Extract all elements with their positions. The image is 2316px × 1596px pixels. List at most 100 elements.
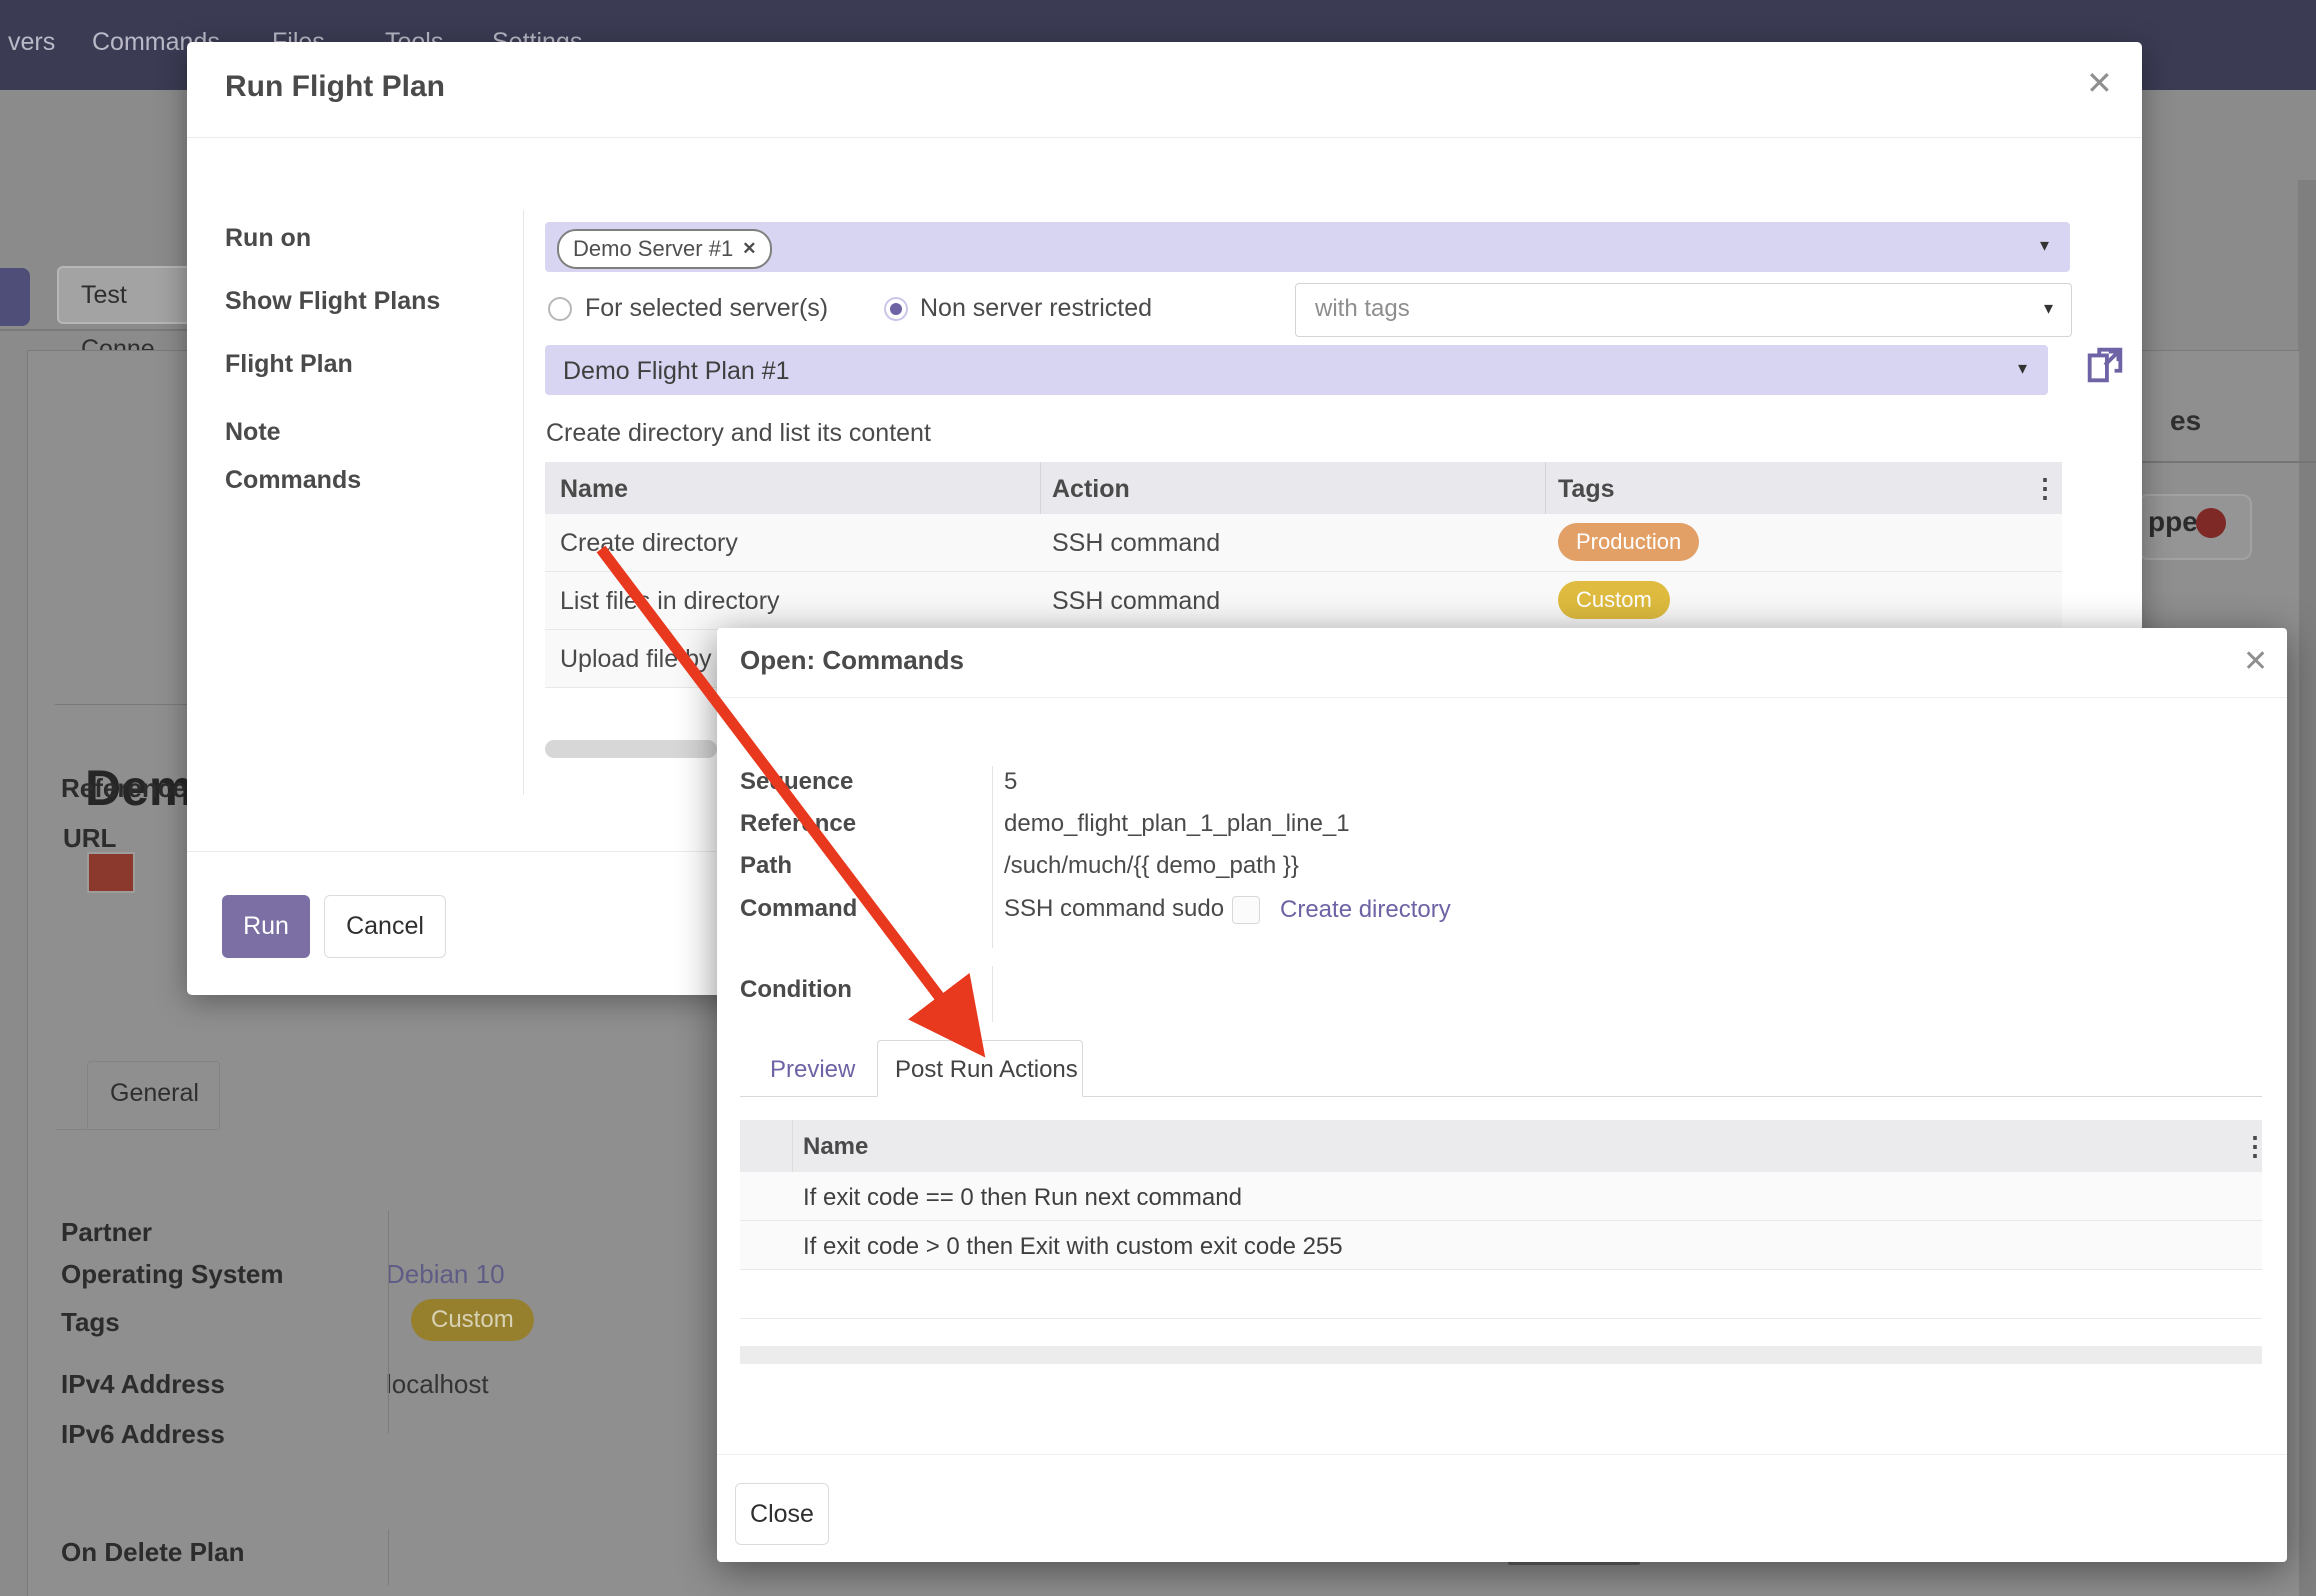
condition-label: Condition — [740, 976, 852, 1004]
tabbar-divider — [55, 1129, 218, 1130]
commands-table-header — [545, 462, 2062, 514]
reference-label: Reference — [61, 773, 187, 804]
radio-for-selected-servers[interactable] — [548, 297, 572, 321]
table-options-icon[interactable]: ⋮ — [2242, 1131, 2268, 1162]
chevron-down-icon: ▾ — [2040, 235, 2049, 256]
cell-name: List files in directory — [560, 587, 780, 616]
col-tags-header: Tags — [1558, 475, 1615, 504]
modal-title: Open: Commands — [740, 645, 964, 676]
partner-label: Partner — [61, 1217, 152, 1248]
test-connection-button[interactable]: Test Conne — [57, 266, 207, 324]
tab-general-label: General — [110, 1079, 199, 1108]
right-divider-fragment — [2142, 461, 2316, 463]
commands-label: Commands — [225, 466, 361, 495]
table-row[interactable]: If exit code == 0 then Run next command — [740, 1172, 2262, 1221]
run-on-label: Run on — [225, 224, 311, 253]
cell-name: If exit code > 0 then Exit with custom e… — [803, 1233, 1343, 1261]
reference-label: Reference — [740, 810, 856, 838]
ipv4-value: localhost — [386, 1369, 489, 1400]
page-scrollbar[interactable] — [2298, 180, 2316, 1596]
cancel-button[interactable]: Cancel — [324, 895, 446, 958]
tag-badge-production: Production — [1558, 523, 1699, 561]
condition-divider — [992, 966, 993, 1022]
modal-footer-divider — [717, 1454, 2287, 1455]
command-value: SSH command sudo — [1004, 895, 1224, 923]
with-tags-placeholder: with tags — [1315, 295, 1410, 323]
ipv4-label: IPv4 Address — [61, 1369, 225, 1400]
path-value: /such/much/{{ demo_path }} — [1004, 852, 1299, 880]
note-value: Create directory and list its content — [546, 419, 931, 448]
flight-plan-label: Flight Plan — [225, 350, 353, 379]
cell-name: Upload file by — [560, 645, 711, 674]
table-row[interactable]: Create directory SSH command Production — [545, 514, 2062, 572]
field-divider — [388, 1211, 389, 1433]
os-label: Operating System — [61, 1259, 284, 1290]
url-label: URL — [63, 823, 116, 854]
close-icon[interactable]: ✕ — [2086, 64, 2113, 102]
app-root: vers Commands Files Tools Settings Test … — [0, 0, 2316, 1596]
table-row[interactable]: List files in directory SSH command Cust… — [545, 572, 2062, 630]
modal-header-divider — [187, 137, 2142, 138]
table-scrollbar[interactable] — [545, 740, 717, 758]
tab-post-run-actions-label: Post Run Actions — [895, 1056, 1078, 1084]
close-icon[interactable]: ✕ — [2243, 644, 2268, 679]
create-directory-link[interactable]: Create directory — [1280, 896, 1451, 924]
sequence-label: Sequence — [740, 768, 853, 796]
toolbar-divider — [0, 329, 190, 331]
cell-action: SSH command — [1052, 587, 1220, 616]
chevron-down-icon: ▾ — [2018, 358, 2027, 379]
modal-footer-divider — [187, 851, 717, 852]
server-color-swatch[interactable] — [87, 852, 135, 893]
nav-item-servers[interactable]: vers — [8, 28, 55, 57]
col-action-header: Action — [1052, 475, 1130, 504]
table-row-empty — [740, 1270, 2262, 1319]
ipv6-label: IPv6 Address — [61, 1419, 225, 1450]
tag-badge-custom: Custom — [1558, 581, 1670, 619]
close-button[interactable]: Close — [735, 1483, 829, 1545]
os-value-link[interactable]: Debian 10 — [386, 1259, 505, 1290]
label-column-divider — [992, 766, 993, 948]
tag-badge-custom-dimmed: Custom — [411, 1299, 534, 1341]
tags-label: Tags — [61, 1307, 120, 1338]
table-scrollbar[interactable] — [740, 1346, 2262, 1364]
command-label: Command — [740, 895, 857, 923]
column-separator — [1040, 462, 1041, 514]
radio-non-server-restricted[interactable] — [884, 297, 908, 321]
external-link-icon[interactable] — [2082, 342, 2128, 388]
chevron-down-icon: ▾ — [2044, 298, 2053, 319]
cell-name: Create directory — [560, 529, 738, 558]
modal-header-divider — [717, 697, 2287, 698]
field-divider-2 — [388, 1529, 389, 1585]
reference-value: demo_flight_plan_1_plan_line_1 — [1004, 810, 1350, 838]
server-tag-pill[interactable]: Demo Server #1 ✕ — [557, 229, 772, 269]
toolbar-primary-button-fragment[interactable] — [0, 268, 30, 326]
table-options-icon[interactable]: ⋮ — [2032, 473, 2058, 504]
tab-preview[interactable]: Preview — [770, 1056, 855, 1084]
flight-plan-value: Demo Flight Plan #1 — [563, 357, 790, 386]
radio-non-server-restricted-label: Non server restricted — [920, 294, 1152, 323]
path-label: Path — [740, 852, 792, 880]
note-label: Note — [225, 418, 281, 447]
on-delete-plan-label: On Delete Plan — [61, 1537, 245, 1568]
right-text-fragment: es — [2170, 405, 2201, 437]
col-name-header: Name — [560, 475, 628, 504]
post-run-table-header — [740, 1120, 2262, 1172]
table-row[interactable]: If exit code > 0 then Exit with custom e… — [740, 1221, 2262, 1270]
column-separator — [1545, 462, 1546, 514]
sudo-checkbox[interactable] — [1232, 896, 1260, 924]
status-dot-icon — [2196, 508, 2226, 538]
server-tag-label: Demo Server #1 — [573, 236, 733, 262]
radio-for-selected-servers-label: For selected server(s) — [585, 294, 828, 323]
modal-title: Run Flight Plan — [225, 70, 445, 104]
sequence-value: 5 — [1004, 768, 1017, 796]
label-column-divider — [523, 210, 524, 795]
show-flight-plans-label: Show Flight Plans — [225, 287, 440, 316]
cell-name: If exit code == 0 then Run next command — [803, 1184, 1242, 1212]
cell-action: SSH command — [1052, 529, 1220, 558]
with-tags-select[interactable]: ▾ — [1295, 283, 2072, 337]
open-commands-modal: Open: Commands ✕ Sequence 5 Reference de… — [717, 628, 2287, 1562]
col-name-header: Name — [803, 1133, 868, 1161]
run-on-multiselect[interactable]: ▾ — [545, 222, 2070, 272]
run-button[interactable]: Run — [222, 895, 310, 958]
tag-remove-icon[interactable]: ✕ — [742, 239, 756, 259]
